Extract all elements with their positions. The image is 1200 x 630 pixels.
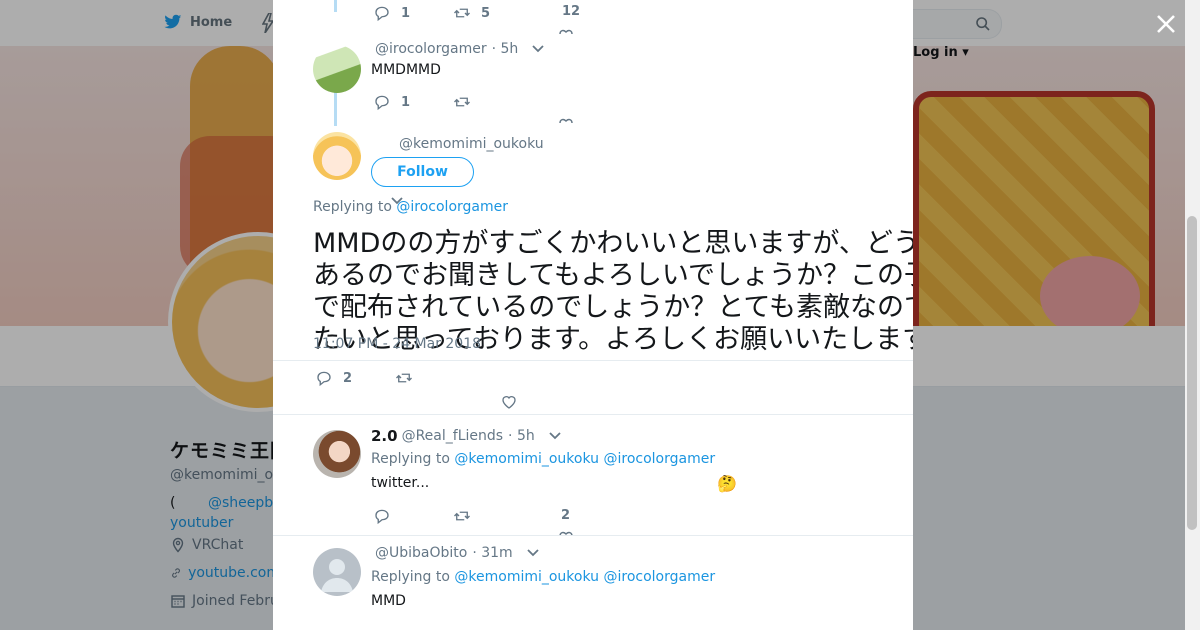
retweet-icon <box>396 373 412 383</box>
tweet-time[interactable]: · 5h <box>508 428 535 444</box>
reply-icon <box>375 95 389 111</box>
replying-link[interactable]: @irocolorgamer <box>604 569 716 585</box>
tweet-modal: 1 5 12 @irocolorgamer · 5h MMDMMD 1 @kem… <box>273 0 913 630</box>
reply-action[interactable] <box>373 507 391 525</box>
tweet-header: @kemomimi_oukoku <box>399 136 544 152</box>
reply-action[interactable]: 1 <box>373 93 410 111</box>
default-avatar-icon <box>321 559 353 592</box>
retweet-count: 5 <box>481 5 491 21</box>
replying-link[interactable]: @kemomimi_oukoku <box>454 569 599 585</box>
divider <box>273 360 913 361</box>
replying-label: Replying to <box>371 569 450 585</box>
replying-label: Replying to <box>371 451 450 467</box>
reply-icon <box>375 509 389 525</box>
replying-link[interactable]: @irocolorgamer <box>604 451 716 467</box>
tweet-text: twitter... <box>371 475 430 491</box>
scrollbar-thumb[interactable] <box>1187 216 1197 530</box>
follow-button[interactable]: Follow <box>371 157 474 187</box>
tweet-text: MMDMMD <box>371 62 441 78</box>
retweet-icon <box>454 511 470 521</box>
tweet-time[interactable]: · 5h <box>492 41 519 57</box>
reply-count: 2 <box>343 370 353 386</box>
replying-to: Replying to @kemomimi_oukoku @irocolorga… <box>371 451 715 467</box>
tweet-timestamp[interactable]: 11:07 PM - 24 Mar 2018 <box>313 336 481 352</box>
retweet-action[interactable]: 5 <box>453 4 490 22</box>
thread-line <box>334 0 337 12</box>
reply-icon <box>317 371 331 387</box>
tweet-header: @UbibaObito · 31m <box>375 545 539 561</box>
tweet-text: MMD <box>371 593 406 609</box>
divider <box>273 414 913 415</box>
tweet-header: 2.0 @Real_fLiends · 5h <box>371 427 561 445</box>
replying-label: Replying to <box>313 199 392 215</box>
retweet-action[interactable] <box>453 93 471 111</box>
tweet-avatar[interactable] <box>313 132 361 180</box>
caret-down-icon[interactable] <box>527 549 539 557</box>
like-icon[interactable] <box>501 394 517 410</box>
replying-link[interactable]: @kemomimi_oukoku <box>454 451 599 467</box>
like-count: 12 <box>562 4 581 19</box>
reply-count: 1 <box>401 5 411 21</box>
close-icon[interactable] <box>1154 12 1178 36</box>
tweet-handle[interactable]: @kemomimi_oukoku <box>399 136 544 152</box>
tweet-handle[interactable]: @Real_fLiends <box>402 428 503 444</box>
retweet-action[interactable] <box>395 369 413 387</box>
reply-action[interactable]: 2 <box>315 369 352 387</box>
caret-down-icon[interactable] <box>549 432 561 440</box>
tweet-display-name[interactable]: 2.0 <box>371 427 398 445</box>
retweet-icon <box>454 8 470 18</box>
caret-down-icon[interactable] <box>532 45 544 53</box>
retweet-action[interactable] <box>453 507 471 525</box>
like-action[interactable]: 12 <box>562 4 580 19</box>
replying-link[interactable]: @irocolorgamer <box>396 199 508 215</box>
reply-action[interactable]: 1 <box>373 4 410 22</box>
tweet-avatar[interactable] <box>313 45 361 93</box>
tweet-header: @irocolorgamer · 5h <box>375 41 544 57</box>
page-scrollbar[interactable] <box>1185 0 1200 630</box>
divider <box>273 535 913 536</box>
thinking-emoji: 🤔 <box>717 474 737 493</box>
retweet-icon <box>454 97 470 107</box>
tweet-handle[interactable]: @UbibaObito <box>375 545 467 561</box>
reply-count: 1 <box>401 94 411 110</box>
tweet-avatar[interactable] <box>313 548 361 596</box>
replying-to: Replying to @kemomimi_oukoku @irocolorga… <box>371 569 715 585</box>
like-action[interactable]: 2 <box>561 508 570 523</box>
tweet-time[interactable]: · 31m <box>472 545 512 561</box>
like-icon[interactable] <box>559 28 573 34</box>
replying-to: Replying to @irocolorgamer <box>313 199 508 215</box>
like-icon[interactable] <box>559 117 573 123</box>
reply-icon <box>375 6 389 22</box>
tweet-handle[interactable]: @irocolorgamer <box>375 41 487 57</box>
thread-line <box>334 92 337 126</box>
tweet-avatar[interactable] <box>313 430 361 478</box>
like-count: 2 <box>561 508 571 523</box>
